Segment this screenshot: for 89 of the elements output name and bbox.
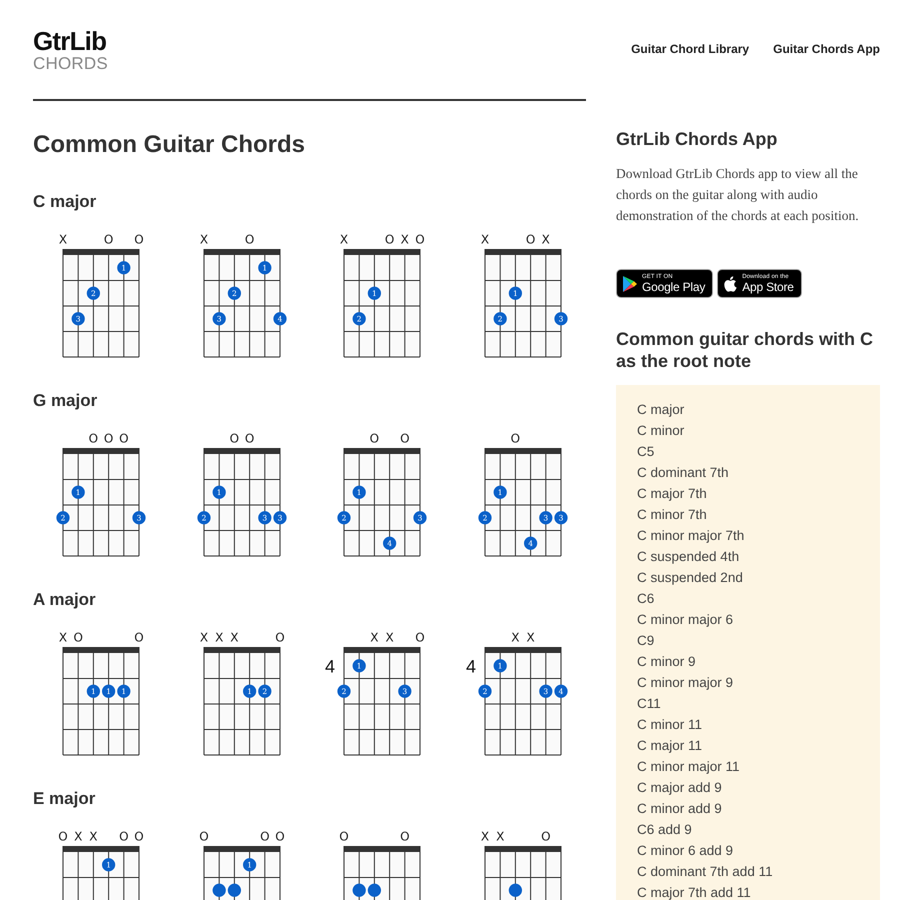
string-marker: X <box>199 232 208 246</box>
string-marker: O <box>540 830 550 844</box>
nav-link[interactable]: Guitar Chords App <box>773 41 880 57</box>
chord-link[interactable]: C suspended 2nd <box>637 566 743 588</box>
string-marker: X <box>214 630 223 644</box>
play-triangle-icon <box>623 276 637 292</box>
finger-dot <box>352 884 366 897</box>
string-marker: O <box>525 232 535 246</box>
string-marker: X <box>89 830 98 844</box>
finger-dot <box>508 884 522 897</box>
chord-link[interactable]: C minor 11 <box>637 714 702 734</box>
string-marker: X <box>480 232 489 246</box>
chord-link[interactable]: C major 11 <box>637 734 702 756</box>
string-marker: X <box>541 232 550 246</box>
chord-link[interactable]: C minor major 7th <box>637 524 744 546</box>
chord-link[interactable]: C minor major 6 <box>637 608 734 630</box>
string-marker: O <box>244 432 254 446</box>
string-marker: O <box>134 232 144 246</box>
string-marker: O <box>104 232 114 246</box>
chord-link[interactable]: C major 7th <box>637 482 707 504</box>
chord-link[interactable]: C major 7th add 11 <box>637 882 751 900</box>
chord-link[interactable]: C minor 6 add 9 <box>637 840 734 860</box>
string-marker: O <box>198 830 208 844</box>
string-marker: X <box>510 630 520 644</box>
chord-link[interactable]: C major add 9 <box>637 776 722 798</box>
base-fret-number: 4 <box>466 656 476 676</box>
string-marker: O <box>134 830 144 844</box>
sidebar-heading: Common guitar chords with C as the root note <box>616 328 874 372</box>
base-fret-number: 4 <box>325 656 335 676</box>
chord-heading: E major <box>33 788 96 810</box>
chord-link[interactable]: C6 add 9 <box>637 818 692 840</box>
string-marker: O <box>73 630 83 644</box>
string-marker: X <box>74 830 82 844</box>
chord-heading: A major <box>33 589 97 611</box>
chord-link[interactable]: C minor major 11 <box>637 756 740 776</box>
sidebar-heading: GtrLib Chords App <box>616 128 778 151</box>
string-marker: X <box>58 630 68 644</box>
chord-link[interactable]: C9 <box>637 630 654 650</box>
string-marker: O <box>260 830 270 844</box>
chord-link[interactable]: C11 <box>637 692 661 714</box>
finger-dot <box>227 884 240 897</box>
string-marker: O <box>58 830 68 844</box>
string-marker: O <box>370 432 380 446</box>
string-marker: X <box>370 630 379 644</box>
string-marker: X <box>400 232 409 246</box>
chord-link[interactable]: C minor major 9 <box>637 672 734 692</box>
chord-link[interactable]: C minor 9 <box>637 650 696 672</box>
string-marker: X <box>526 630 534 644</box>
chord-link[interactable]: C5 <box>637 440 654 462</box>
string-marker: O <box>119 432 129 446</box>
string-marker: O <box>274 830 284 844</box>
string-marker: O <box>400 432 410 446</box>
string-marker: O <box>119 830 129 844</box>
string-marker: X <box>58 232 68 246</box>
string-marker: O <box>274 630 284 644</box>
app-description: Download GtrLib Chords app to view all the chords on the guitar along with audio demonstration of the chords at each position. <box>616 165 860 225</box>
string-marker: O <box>384 232 394 246</box>
nav-link[interactable]: Guitar Chord Library <box>631 41 750 57</box>
chord-link[interactable]: C6 <box>637 588 654 608</box>
string-marker: O <box>510 432 520 446</box>
chord-heading: G major <box>33 390 98 412</box>
string-marker: X <box>480 830 489 844</box>
chord-link[interactable]: C dominant 7th add 11 <box>637 860 773 882</box>
string-marker: X <box>199 630 208 644</box>
string-marker: X <box>230 630 238 644</box>
finger-dot <box>368 884 381 897</box>
string-marker: O <box>339 830 349 844</box>
site-logo[interactable]: GtrLib CHORDS <box>33 29 108 74</box>
string-marker: O <box>229 432 239 446</box>
string-marker: O <box>88 432 98 446</box>
chord-link[interactable]: C dominant 7th <box>637 462 729 482</box>
chord-link[interactable]: C minor 7th <box>637 504 707 524</box>
string-marker: X <box>340 232 348 246</box>
string-marker: X <box>385 630 394 644</box>
finger-dot <box>212 884 226 897</box>
chord-link[interactable]: C suspended 4th <box>637 546 740 566</box>
string-marker: O <box>415 630 425 644</box>
page-title: Common Guitar Chords <box>33 130 306 160</box>
string-marker: X <box>496 830 504 844</box>
string-marker: O <box>104 432 114 446</box>
string-marker: O <box>400 830 410 844</box>
chord-link[interactable]: C major <box>637 398 684 420</box>
chord-link[interactable]: C minor <box>637 420 684 440</box>
string-marker: O <box>134 630 144 644</box>
chord-heading: C major <box>33 191 98 213</box>
string-marker: O <box>415 232 425 246</box>
string-marker: O <box>244 232 254 246</box>
apple-icon <box>724 276 738 292</box>
chord-link[interactable]: C minor add 9 <box>637 798 722 818</box>
